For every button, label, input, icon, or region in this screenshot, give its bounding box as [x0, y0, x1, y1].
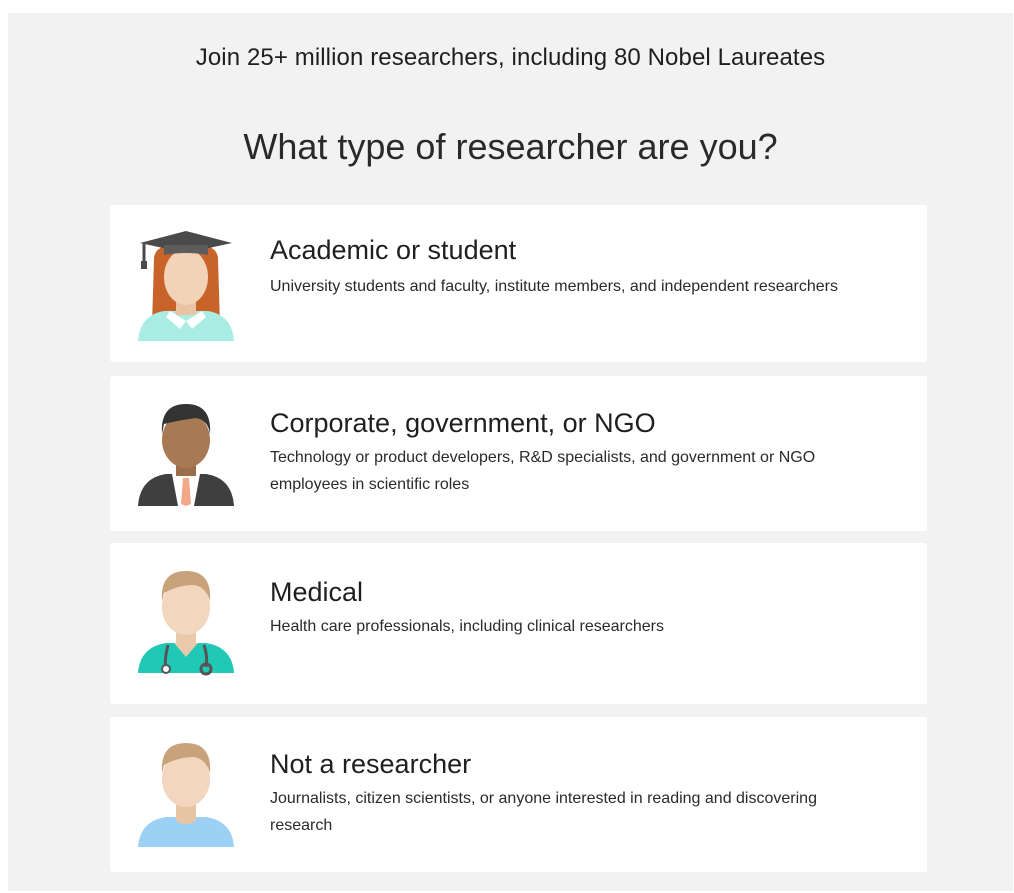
- tagline: Join 25+ million researchers, including …: [195, 44, 826, 71]
- option-description: Journalists, citizen scientists, or anyo…: [270, 790, 817, 834]
- page-title: What type of researcher are you?: [243, 126, 778, 167]
- option-card-corporate[interactable]: Corporate, government, or NGO Technology…: [110, 376, 927, 531]
- option-card-academic[interactable]: Academic or student University students …: [110, 205, 927, 362]
- option-title: Academic or student: [270, 235, 517, 265]
- signup-panel: Join 25+ million researchers, including …: [8, 13, 1013, 891]
- non-researcher-avatar-icon: [134, 737, 238, 849]
- option-title: Not a researcher: [270, 749, 472, 779]
- option-title: Corporate, government, or NGO: [270, 408, 656, 438]
- option-description: University students and faculty, institu…: [270, 278, 838, 295]
- corporate-avatar-icon: [134, 394, 238, 506]
- option-card-non-researcher[interactable]: Not a researcher Journalists, citizen sc…: [110, 717, 927, 872]
- option-card-medical[interactable]: Medical Health care professionals, inclu…: [110, 543, 927, 704]
- academic-student-avatar-icon: [134, 229, 238, 341]
- option-description: Technology or product developers, R&D sp…: [270, 449, 816, 493]
- option-title: Medical: [270, 577, 364, 607]
- option-description: Health care professionals, including cli…: [270, 618, 664, 635]
- medical-avatar-icon: [134, 565, 238, 677]
